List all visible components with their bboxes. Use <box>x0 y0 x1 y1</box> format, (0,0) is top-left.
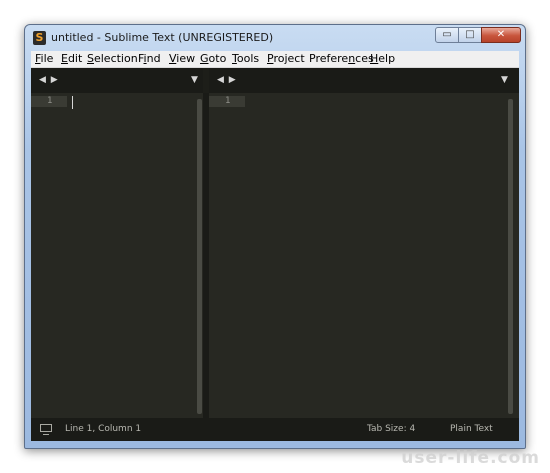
panel-toggle-icon[interactable] <box>40 424 52 435</box>
menu-find[interactable]: Find <box>138 52 161 66</box>
right-tab-bar: ◀ ▶ ▼ <box>209 68 519 93</box>
menu-selection-rest: election <box>93 52 138 65</box>
sublime-app-icon: S <box>33 31 46 45</box>
status-bar: Line 1, Column 1 Tab Size: 4 Plain Text <box>31 418 519 441</box>
menu-tools[interactable]: Tools <box>232 52 259 66</box>
left-line-number: 1 <box>47 96 53 106</box>
menu-project[interactable]: Project <box>267 52 305 66</box>
menu-help-rest: elp <box>378 52 396 65</box>
left-editor-pane[interactable]: 1 <box>31 93 203 418</box>
menu-selection[interactable]: Selection <box>87 52 138 66</box>
left-scrollbar[interactable] <box>197 99 202 414</box>
menu-edit-mnemonic: E <box>61 52 68 65</box>
close-button[interactable]: ✕ <box>481 27 521 43</box>
window-title: untitled - Sublime Text (UNREGISTERED) <box>51 31 274 44</box>
minimize-button[interactable]: ▭ <box>435 27 459 43</box>
menu-tools-rest: ools <box>236 52 260 65</box>
menu-preferences-pre: Prefere <box>309 52 349 65</box>
watermark-text: user-life.com <box>401 448 540 468</box>
menu-file-rest: ile <box>40 52 54 65</box>
menu-selection-mnemonic: S <box>87 52 94 65</box>
menu-goto-mnemonic: G <box>200 52 209 65</box>
left-tab-nav-arrows-icon[interactable]: ◀ ▶ <box>39 74 59 86</box>
editor-client-area: ◀ ▶ ▼ ◀ ▶ ▼ 1 1 Line 1, Column 1 Tab Siz… <box>31 68 519 441</box>
sublime-window: S untitled - Sublime Text (UNREGISTERED)… <box>24 24 526 449</box>
left-tab-bar: ◀ ▶ ▼ <box>31 68 203 93</box>
status-syntax[interactable]: Plain Text <box>450 423 493 435</box>
menu-help[interactable]: Help <box>370 52 395 66</box>
right-tab-dropdown-icon[interactable]: ▼ <box>501 74 508 86</box>
menu-preferences[interactable]: Preferences <box>309 52 374 66</box>
menu-edit[interactable]: Edit <box>61 52 82 66</box>
status-cursor-position: Line 1, Column 1 <box>65 424 142 434</box>
right-tab-nav-arrows-icon[interactable]: ◀ ▶ <box>217 74 237 86</box>
maximize-button[interactable]: □ <box>458 27 482 43</box>
right-scrollbar[interactable] <box>508 99 513 414</box>
right-editor-pane[interactable]: 1 <box>209 93 519 418</box>
left-tab-dropdown-icon[interactable]: ▼ <box>191 74 198 86</box>
menu-goto[interactable]: Goto <box>200 52 226 66</box>
menu-bar: File Edit Selection Find View Goto Tools… <box>31 51 519 68</box>
text-cursor <box>72 96 73 109</box>
right-line-number: 1 <box>225 96 231 106</box>
title-bar[interactable]: S untitled - Sublime Text (UNREGISTERED)… <box>25 25 525 51</box>
status-tab-size[interactable]: Tab Size: 4 <box>367 423 415 435</box>
menu-view[interactable]: View <box>169 52 195 66</box>
menu-goto-rest: oto <box>208 52 227 65</box>
menu-file[interactable]: File <box>35 52 53 66</box>
menu-view-rest: iew <box>176 52 196 65</box>
menu-edit-rest: dit <box>67 52 83 65</box>
menu-find-rest: nd <box>146 52 161 65</box>
menu-project-rest: roject <box>273 52 305 65</box>
